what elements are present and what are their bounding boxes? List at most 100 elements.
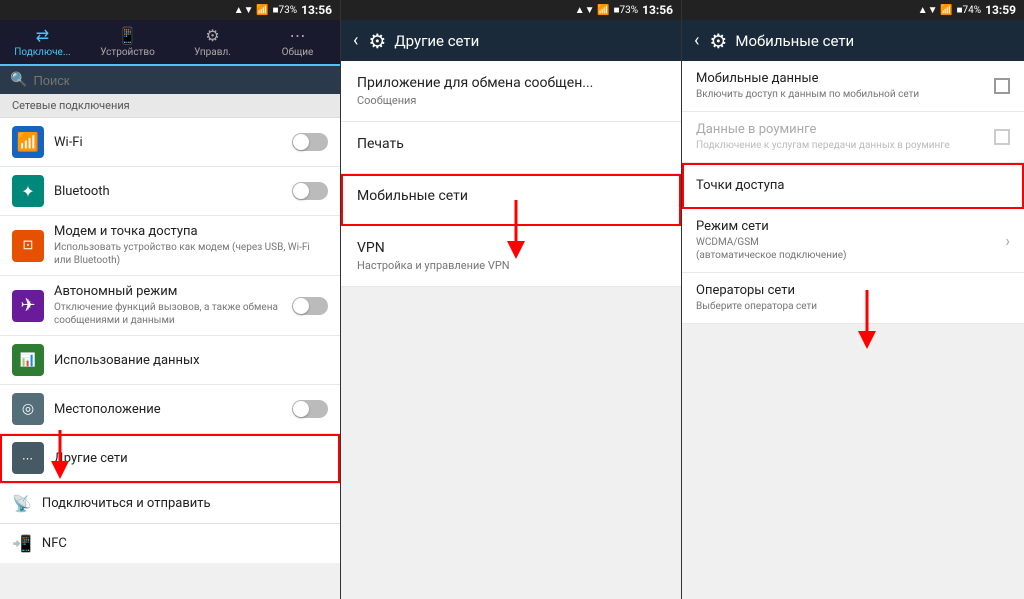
battery-2: ■73% (613, 5, 638, 16)
tabs-row: ⇄ Подключе... 📱 Устройство ⚙ Управл. ⋯ О… (0, 20, 340, 66)
location-title: Местоположение (54, 402, 282, 417)
bluetooth-icon: ✦ (12, 175, 44, 207)
panel-3: ▲▼ 📶 ■74% 13:59 ‹ ⚙ Мобильные сети Мобил… (682, 0, 1024, 599)
tab-general-label: Общие (282, 47, 314, 58)
tab-connect[interactable]: ⇄ Подключе... (0, 20, 85, 66)
data-roaming-title: Данные в роуминге (696, 122, 950, 137)
airplane-subtitle: Отключение функций вызовов, а также обме… (54, 301, 282, 327)
time-2: 13:56 (642, 3, 673, 17)
tab-general[interactable]: ⋯ Общие (255, 20, 340, 66)
panel2-header-title: Другие сети (394, 32, 479, 50)
gear-icon-3: ⚙ (709, 29, 727, 53)
bluetooth-toggle[interactable] (292, 182, 328, 200)
wifi-icon: 📶 (12, 126, 44, 158)
tab-manage-label: Управл. (194, 47, 231, 58)
bluetooth-title: Bluetooth (54, 184, 282, 199)
tab-device[interactable]: 📱 Устройство (85, 20, 170, 66)
panel3-header: ‹ ⚙ Мобильные сети (682, 20, 1024, 61)
manage-icon: ⚙ (205, 26, 219, 45)
menu-mobile-networks[interactable]: Мобильные сети (341, 174, 681, 226)
network-mode-chevron: › (1005, 231, 1010, 250)
back-button-2[interactable]: ‹ (351, 28, 360, 53)
nfc-icon: 📲 (12, 534, 32, 553)
item-network-mode[interactable]: Режим сети WCDMA/GSM(автоматическое подк… (682, 209, 1024, 273)
device-icon: 📱 (118, 26, 138, 45)
connect-send-icon: 📡 (12, 494, 32, 513)
modem-icon: ⊡ (12, 230, 44, 262)
time-1: 13:56 (301, 3, 332, 17)
item-other-networks[interactable]: ⋯ Другие сети (0, 434, 340, 483)
settings-list: 📶 Wi-Fi ✦ Bluetooth ⊡ Модем и точка дост… (0, 118, 340, 599)
status-bar-1: ▲▼ 📶 ■73% 13:56 (0, 0, 340, 20)
menu-print[interactable]: Печать (341, 122, 681, 174)
battery-1: ■73% (272, 5, 297, 16)
wifi-title: Wi-Fi (54, 135, 282, 150)
network-mode-sub: WCDMA/GSM(автоматическое подключение) (696, 236, 847, 262)
airplane-toggle[interactable] (292, 297, 328, 315)
data-roaming-checkbox[interactable] (994, 129, 1010, 145)
item-nfc[interactable]: 📲 NFC (0, 523, 340, 563)
back-button-3[interactable]: ‹ (692, 28, 701, 53)
network-operators-title: Операторы сети (696, 283, 795, 298)
item-location[interactable]: ◎ Местоположение (0, 385, 340, 434)
data-roaming-sub: Подключение к услугам передачи данных в … (696, 139, 950, 152)
time-3: 13:59 (985, 3, 1016, 17)
status-bar-3: ▲▼ 📶 ■74% 13:59 (682, 0, 1024, 20)
search-input[interactable] (33, 73, 330, 88)
modem-title: Модем и точка доступа (54, 224, 328, 239)
panel-2: ▲▼ 📶 ■73% 13:56 ‹ ⚙ Другие сети Приложен… (341, 0, 682, 599)
location-icon: ◎ (12, 393, 44, 425)
status-icons-1: ▲▼ 📶 (234, 5, 269, 16)
item-connect-send[interactable]: 📡 Подключиться и отправить (0, 483, 340, 523)
menu-vpn[interactable]: VPN Настройка и управление VPN (341, 226, 681, 287)
tab-connect-label: Подключе... (14, 47, 71, 58)
general-icon: ⋯ (290, 26, 306, 45)
access-points-title: Точки доступа (696, 178, 784, 193)
tab-manage[interactable]: ⚙ Управл. (170, 20, 255, 66)
location-toggle[interactable] (292, 400, 328, 418)
search-icon: 🔍 (10, 72, 27, 88)
modem-subtitle: Использовать устройство как модем (через… (54, 241, 328, 267)
status-icons-2: ▲▼ 📶 (575, 5, 610, 16)
item-bluetooth[interactable]: ✦ Bluetooth (0, 167, 340, 216)
gear-icon-2: ⚙ (368, 29, 386, 53)
status-bar-2: ▲▼ 📶 ■73% 13:56 (341, 0, 681, 20)
airplane-title: Автономный режим (54, 284, 282, 299)
nfc-label: NFC (42, 536, 67, 551)
mobile-data-sub: Включить доступ к данным по мобильной се… (696, 88, 919, 101)
wifi-toggle[interactable] (292, 133, 328, 151)
menu-messages[interactable]: Приложение для обмена сообщен... Сообщен… (341, 61, 681, 122)
airplane-icon: ✈ (12, 290, 44, 322)
other-networks-title: Другие сети (54, 451, 328, 466)
battery-3: ■74% (956, 5, 981, 16)
data-usage-icon: 📊 (12, 344, 44, 376)
panel2-content: Приложение для обмена сообщен... Сообщен… (341, 61, 681, 599)
mobile-data-title: Мобильные данные (696, 71, 919, 86)
messages-sub: Сообщения (357, 94, 665, 107)
network-operators-sub: Выберите оператора сети (696, 300, 817, 313)
item-mobile-data[interactable]: Мобильные данные Включить доступ к данны… (682, 61, 1024, 112)
item-modem[interactable]: ⊡ Модем и точка доступа Использовать уст… (0, 216, 340, 276)
item-data-usage[interactable]: 📊 Использование данных (0, 336, 340, 385)
vpn-title: VPN (357, 240, 665, 256)
item-network-operators[interactable]: Операторы сети Выберите оператора сети (682, 273, 1024, 324)
other-networks-icon: ⋯ (12, 442, 44, 474)
item-data-roaming[interactable]: Данные в роуминге Подключение к услугам … (682, 112, 1024, 163)
panel3-content: Мобильные данные Включить доступ к данны… (682, 61, 1024, 599)
item-airplane[interactable]: ✈ Автономный режим Отключение функций вы… (0, 276, 340, 336)
tab-device-label: Устройство (100, 47, 155, 58)
vpn-sub: Настройка и управление VPN (357, 259, 665, 272)
data-usage-title: Использование данных (54, 353, 328, 368)
mobile-networks-title: Мобильные сети (357, 188, 665, 204)
print-title: Печать (357, 136, 665, 152)
network-mode-title: Режим сети (696, 219, 847, 234)
panel3-header-title: Мобильные сети (735, 32, 854, 50)
mobile-data-checkbox[interactable] (994, 78, 1010, 94)
section-header-network: Сетевые подключения (0, 94, 340, 118)
connect-icon: ⇄ (36, 26, 49, 45)
panel-1: ▲▼ 📶 ■73% 13:56 ⇄ Подключе... 📱 Устройст… (0, 0, 341, 599)
search-bar: 🔍 (0, 66, 340, 94)
item-access-points[interactable]: Точки доступа (682, 163, 1024, 209)
status-icons-3: ▲▼ 📶 (918, 5, 953, 16)
item-wifi[interactable]: 📶 Wi-Fi (0, 118, 340, 167)
